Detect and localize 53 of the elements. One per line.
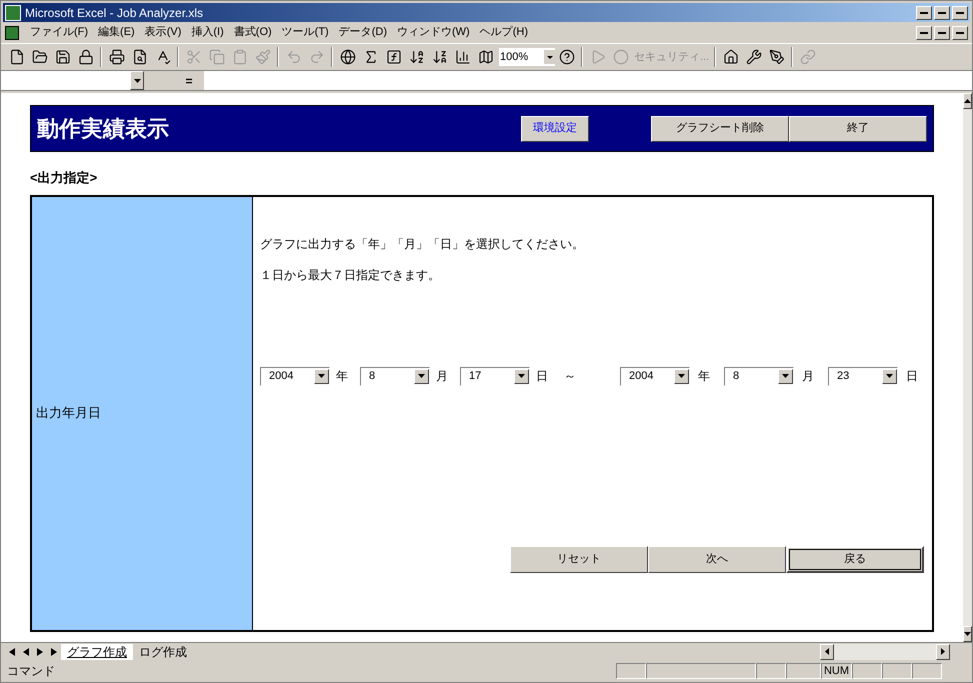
- action-button[interactable]: 次へ: [648, 546, 786, 572]
- minimize-button[interactable]: [916, 6, 932, 20]
- sheet-tab[interactable]: グラフ作成: [61, 644, 133, 660]
- unit-label: 日: [906, 368, 918, 385]
- action-button[interactable]: 戻る: [786, 546, 924, 572]
- horizontal-scrollbar[interactable]: [820, 644, 950, 660]
- instruction-text: グラフに出力する「年」「月」「日」を選択してください。: [260, 236, 585, 252]
- status-panel: [852, 663, 882, 679]
- unit-label: 月: [802, 368, 814, 385]
- formula-equals: =: [184, 73, 194, 90]
- menu-item[interactable]: 書式(O): [228, 24, 277, 41]
- status-panel: [786, 663, 821, 679]
- section-label: <出力指定>: [30, 169, 98, 187]
- scroll-left-icon: [820, 644, 834, 660]
- row-label-cell: 出力年月日: [32, 196, 253, 630]
- caret-icon: [544, 50, 555, 64]
- header-button[interactable]: グラフシート削除: [651, 116, 789, 142]
- menu-item[interactable]: ファイル(F): [25, 24, 94, 41]
- window-title: Microsoft Excel - Job Analyzer.xls: [25, 4, 204, 22]
- header-button[interactable]: 環境設定: [521, 116, 589, 142]
- sheet-title: 動作実績表示: [37, 115, 170, 143]
- unit-label: 月: [436, 368, 448, 385]
- header-button[interactable]: 終了: [789, 116, 927, 142]
- status-panel: [882, 663, 912, 679]
- menu-item[interactable]: 表示(V): [140, 24, 186, 41]
- workbook-icon: [5, 26, 19, 40]
- unit-label: 日: [536, 368, 548, 385]
- zoom-dropdown[interactable]: 100%: [499, 48, 555, 66]
- menu-item[interactable]: ツール(T): [276, 24, 334, 41]
- status-text: コマンド: [7, 663, 56, 680]
- menu-item[interactable]: ヘルプ(H): [474, 24, 533, 41]
- scroll-right-icon: [936, 644, 950, 660]
- dropdown[interactable]: 2004: [260, 366, 330, 386]
- menu-item[interactable]: 編集(E): [93, 24, 140, 41]
- dropdown[interactable]: 8: [724, 366, 794, 386]
- menu-item[interactable]: データ(D): [334, 24, 392, 41]
- status-panel: [912, 663, 942, 679]
- dropdown[interactable]: 17: [460, 366, 530, 386]
- action-button[interactable]: リセット: [510, 546, 648, 572]
- instruction-text: １日から最大７日指定できます。: [260, 266, 441, 284]
- range-separator: ～: [564, 368, 576, 385]
- formula-input[interactable]: [204, 71, 972, 90]
- minimize-button[interactable]: [916, 26, 932, 40]
- menu-item[interactable]: 挿入(I): [186, 24, 229, 41]
- vertical-scrollbar[interactable]: [963, 93, 972, 642]
- unit-label: 年: [336, 368, 348, 385]
- dropdown[interactable]: 8: [360, 366, 430, 386]
- menu-item[interactable]: ウィンドウ(W): [392, 24, 475, 41]
- dropdown[interactable]: 23: [828, 366, 898, 386]
- excel-logo-icon: [5, 4, 21, 20]
- num-lock-indicator: NUM: [820, 663, 852, 679]
- dropdown[interactable]: 2004: [620, 366, 690, 386]
- unit-label: 年: [698, 368, 710, 385]
